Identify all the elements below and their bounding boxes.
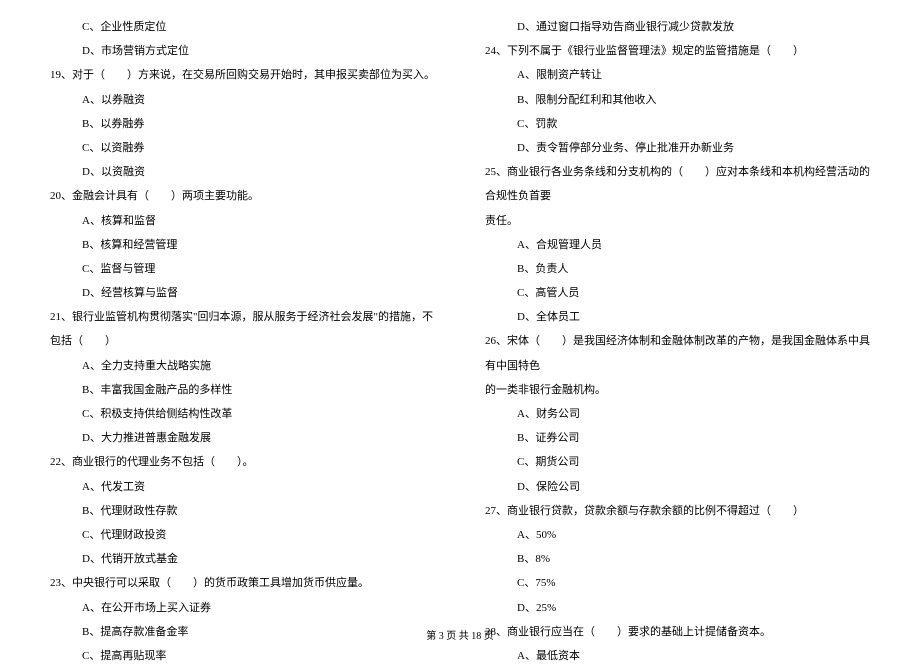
question-26-continuation: 的一类非银行金融机构。 <box>485 378 870 402</box>
two-column-layout: C、企业性质定位 D、市场营销方式定位 19、对于（ ）方来说，在交易所回购交易… <box>50 15 870 668</box>
question-23: 23、中央银行可以采取（ ）的货币政策工具增加货币供应量。 <box>50 571 435 595</box>
option-text: A、最低资本 <box>485 644 870 668</box>
option-text: D、保险公司 <box>485 475 870 499</box>
question-25-continuation: 责任。 <box>485 209 870 233</box>
option-text: C、监督与管理 <box>50 257 435 281</box>
right-column: D、通过窗口指导劝告商业银行减少贷款发放 24、下列不属于《银行业监督管理法》规… <box>485 15 870 668</box>
question-26: 26、宋体（ ）是我国经济体制和金融体制改革的产物，是我国金融体系中具有中国特色 <box>485 329 870 377</box>
option-text: B、以券融券 <box>50 112 435 136</box>
question-21: 21、银行业监管机构贯彻落实"回归本源，服从服务于经济社会发展"的措施，不包括（… <box>50 305 435 353</box>
option-text: C、提高再贴现率 <box>50 644 435 668</box>
option-text: C、积极支持供给侧结构性改革 <box>50 402 435 426</box>
option-text: D、通过窗口指导劝告商业银行减少贷款发放 <box>485 15 870 39</box>
option-text: A、财务公司 <box>485 402 870 426</box>
option-text: C、期货公司 <box>485 450 870 474</box>
option-text: D、全体员工 <box>485 305 870 329</box>
option-text: A、合规管理人员 <box>485 233 870 257</box>
option-text: A、在公开市场上买入证券 <box>50 596 435 620</box>
option-text: C、企业性质定位 <box>50 15 435 39</box>
option-text: D、大力推进普惠金融发展 <box>50 426 435 450</box>
page-footer: 第 3 页 共 18 页 <box>0 627 920 642</box>
option-text: B、丰富我国金融产品的多样性 <box>50 378 435 402</box>
option-text: B、负责人 <box>485 257 870 281</box>
question-25: 25、商业银行各业务条线和分支机构的（ ）应对本条线和本机构经营活动的合规性负首… <box>485 160 870 208</box>
option-text: A、50% <box>485 523 870 547</box>
option-text: B、8% <box>485 547 870 571</box>
option-text: C、75% <box>485 571 870 595</box>
option-text: B、核算和经营管理 <box>50 233 435 257</box>
option-text: C、高管人员 <box>485 281 870 305</box>
question-20: 20、金融会计具有（ ）两项主要功能。 <box>50 184 435 208</box>
question-27: 27、商业银行贷款，贷款余额与存款余额的比例不得超过（ ） <box>485 499 870 523</box>
left-column: C、企业性质定位 D、市场营销方式定位 19、对于（ ）方来说，在交易所回购交易… <box>50 15 435 668</box>
option-text: A、以券融资 <box>50 88 435 112</box>
option-text: D、责令暂停部分业务、停止批准开办新业务 <box>485 136 870 160</box>
option-text: B、证券公司 <box>485 426 870 450</box>
option-text: D、25% <box>485 596 870 620</box>
option-text: A、代发工资 <box>50 475 435 499</box>
option-text: D、代销开放式基金 <box>50 547 435 571</box>
question-22: 22、商业银行的代理业务不包括（ ）。 <box>50 450 435 474</box>
option-text: B、限制分配红利和其他收入 <box>485 88 870 112</box>
option-text: A、核算和监督 <box>50 209 435 233</box>
option-text: D、以资融资 <box>50 160 435 184</box>
option-text: D、市场营销方式定位 <box>50 39 435 63</box>
option-text: A、限制资产转让 <box>485 63 870 87</box>
option-text: B、代理财政性存款 <box>50 499 435 523</box>
question-24: 24、下列不属于《银行业监督管理法》规定的监管措施是（ ） <box>485 39 870 63</box>
question-19: 19、对于（ ）方来说，在交易所回购交易开始时，其申报买卖部位为买入。 <box>50 63 435 87</box>
option-text: D、经营核算与监督 <box>50 281 435 305</box>
option-text: A、全力支持重大战略实施 <box>50 354 435 378</box>
option-text: C、代理财政投资 <box>50 523 435 547</box>
option-text: C、以资融券 <box>50 136 435 160</box>
option-text: C、罚款 <box>485 112 870 136</box>
